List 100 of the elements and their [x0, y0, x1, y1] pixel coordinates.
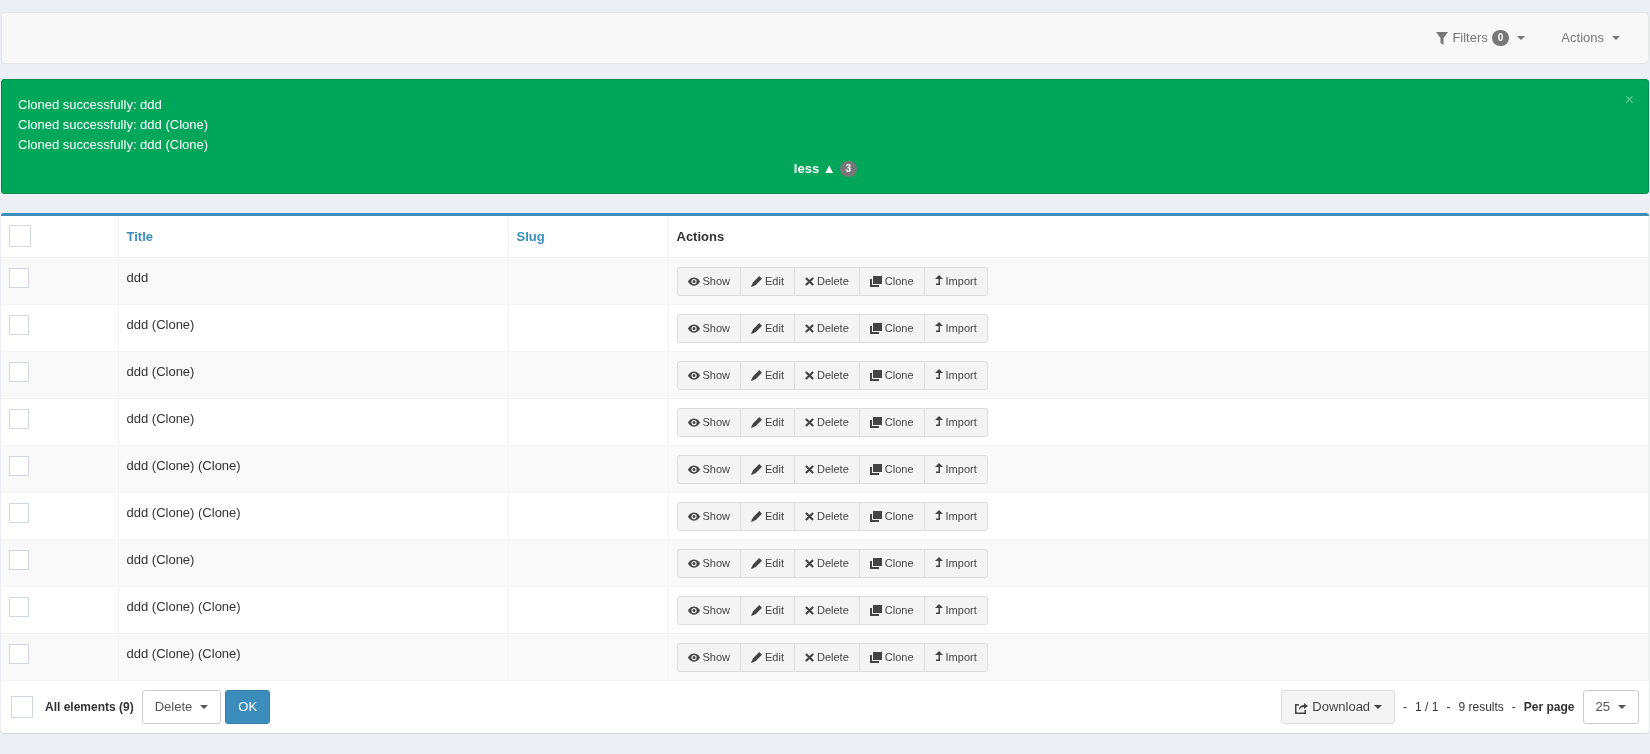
less-toggle[interactable]: less ▲ 3: [793, 159, 858, 179]
checkbox[interactable]: [9, 503, 29, 523]
eye-icon: [687, 276, 700, 286]
clone-button[interactable]: Clone: [858, 314, 925, 343]
checkbox[interactable]: [9, 597, 29, 617]
arrow-icon: [934, 322, 943, 335]
share-icon: [1294, 700, 1309, 714]
show-button[interactable]: Show: [676, 455, 742, 484]
checkbox[interactable]: [9, 456, 29, 476]
column-header[interactable]: Title: [126, 228, 153, 244]
import-button[interactable]: Import: [923, 267, 988, 296]
clone-button[interactable]: Clone: [858, 549, 925, 578]
import-button[interactable]: Import: [923, 361, 988, 390]
delete-button[interactable]: Delete: [794, 643, 860, 672]
checkbox[interactable]: [9, 409, 29, 429]
caret-icon: [200, 705, 209, 709]
show-button[interactable]: Show: [676, 502, 742, 531]
clone-button[interactable]: Clone: [858, 502, 925, 531]
checkbox[interactable]: [9, 225, 31, 248]
show-button[interactable]: Show: [676, 596, 742, 625]
caret-icon: [1612, 36, 1620, 40]
delete-button[interactable]: Delete: [794, 314, 860, 343]
edit-button[interactable]: Edit: [740, 408, 795, 437]
clone-button[interactable]: Clone: [858, 596, 925, 625]
show-button[interactable]: Show: [676, 361, 742, 390]
delete-button[interactable]: Delete: [794, 361, 860, 390]
delete-button[interactable]: Delete: [794, 408, 860, 437]
eye-icon: [687, 605, 700, 615]
cross-icon: [805, 511, 814, 521]
title-cell: ddd (Clone) (Clone): [126, 505, 241, 520]
pencil-icon: [751, 557, 763, 569]
edit-button[interactable]: Edit: [740, 455, 795, 484]
edit-button[interactable]: Edit: [740, 314, 795, 343]
title-cell: ddd (Clone) (Clone): [126, 458, 241, 473]
eye-icon: [687, 558, 700, 568]
show-button[interactable]: Show: [676, 267, 742, 296]
eye-icon: [687, 323, 700, 333]
delete-button[interactable]: Delete: [794, 549, 860, 578]
import-button[interactable]: Import: [923, 596, 988, 625]
clone-button[interactable]: Clone: [858, 361, 925, 390]
delete-button[interactable]: Delete: [794, 596, 860, 625]
eye-icon: [687, 464, 700, 474]
clone-button[interactable]: Clone: [858, 408, 925, 437]
checkbox[interactable]: [9, 268, 29, 288]
edit-button[interactable]: Edit: [740, 502, 795, 531]
clone-button[interactable]: Clone: [858, 455, 925, 484]
alert-message: Cloned successfully: ddd (Clone): [18, 116, 209, 134]
filters-button[interactable]: Filters 0: [1436, 28, 1526, 48]
delete-button[interactable]: Delete: [794, 502, 860, 531]
checkbox[interactable]: [9, 550, 29, 570]
checkbox[interactable]: [11, 696, 33, 718]
delete-button[interactable]: Delete: [794, 267, 860, 296]
filter-icon: [1436, 31, 1449, 45]
cross-icon: [805, 605, 814, 615]
title-cell: ddd (Clone): [126, 411, 195, 426]
cross-icon: [805, 370, 814, 380]
separator: -: [1446, 699, 1451, 716]
checkbox[interactable]: [9, 315, 29, 335]
import-button[interactable]: Import: [923, 549, 988, 578]
delete-button[interactable]: Delete: [794, 455, 860, 484]
per-page-select[interactable]: 25: [1582, 690, 1639, 724]
clone-button[interactable]: Clone: [858, 267, 925, 296]
copy-icon: [869, 275, 882, 287]
edit-button[interactable]: Edit: [740, 643, 795, 672]
import-button[interactable]: Import: [923, 643, 988, 672]
edit-button[interactable]: Edit: [740, 267, 795, 296]
pencil-icon: [751, 416, 763, 428]
import-button[interactable]: Import: [923, 408, 988, 437]
import-button[interactable]: Import: [923, 502, 988, 531]
eye-icon: [687, 652, 700, 662]
cross-icon: [805, 464, 814, 474]
import-button[interactable]: Import: [923, 314, 988, 343]
show-button[interactable]: Show: [676, 408, 742, 437]
checkbox[interactable]: [9, 644, 29, 664]
title-cell: ddd (Clone) (Clone): [126, 646, 241, 661]
alert-message: Cloned successfully: ddd: [18, 96, 162, 114]
edit-button[interactable]: Edit: [740, 596, 795, 625]
show-button[interactable]: Show: [676, 549, 742, 578]
checkbox[interactable]: [9, 362, 29, 382]
arrow-icon: [934, 604, 943, 617]
pencil-icon: [751, 510, 763, 522]
edit-button[interactable]: Edit: [740, 361, 795, 390]
actions-button[interactable]: Actions: [1561, 28, 1620, 48]
show-button[interactable]: Show: [676, 643, 742, 672]
show-button[interactable]: Show: [676, 314, 742, 343]
eye-icon: [687, 511, 700, 521]
arrow-icon: [934, 510, 943, 523]
copy-icon: [869, 510, 882, 522]
clone-button[interactable]: Clone: [858, 643, 925, 672]
download-button[interactable]: Download: [1281, 690, 1396, 724]
title-cell: ddd (Clone) (Clone): [126, 599, 241, 614]
ok-button[interactable]: OK: [225, 690, 271, 724]
edit-button[interactable]: Edit: [740, 549, 795, 578]
results-count: 9 results: [1458, 699, 1504, 716]
batch-action-select[interactable]: Delete: [141, 690, 222, 724]
separator: -: [1511, 699, 1516, 716]
cross-icon: [805, 323, 814, 333]
column-header[interactable]: Slug: [516, 228, 545, 244]
import-button[interactable]: Import: [923, 455, 988, 484]
caret-icon: [1374, 705, 1383, 709]
